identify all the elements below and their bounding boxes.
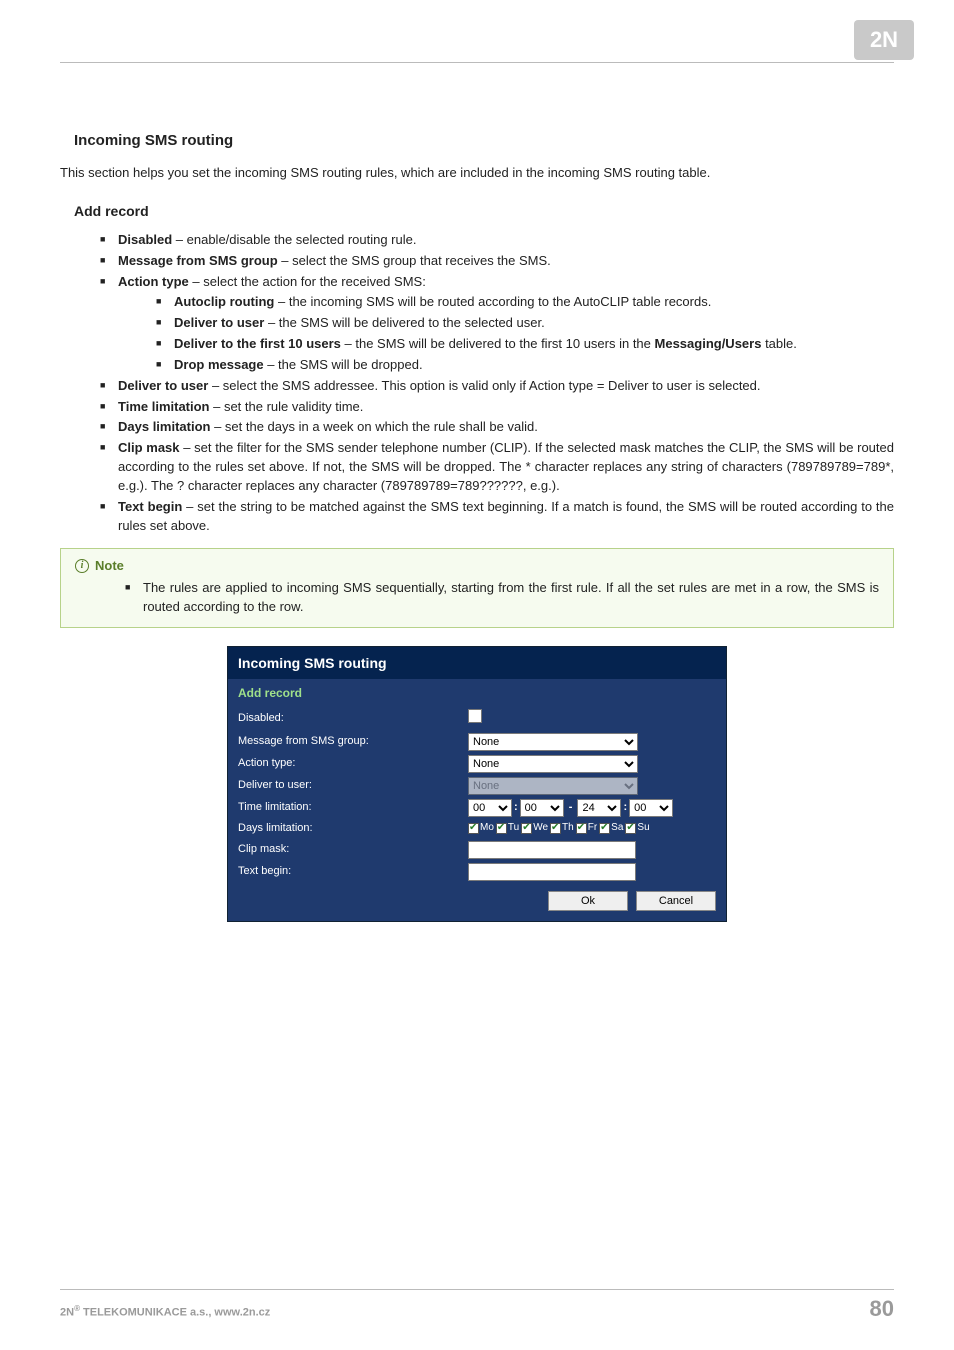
item-text: – the incoming SMS will be routed accord…: [274, 294, 711, 309]
item-text: – select the SMS addressee. This option …: [208, 378, 760, 393]
item-text: – the SMS will be delivered to the first…: [341, 336, 655, 351]
panel-subtitle: Add record: [228, 679, 726, 706]
day-checkbox-th[interactable]: [550, 823, 561, 834]
item-text: – select the SMS group that receives the…: [278, 253, 551, 268]
item-label: Drop message: [174, 357, 264, 372]
item-label: Deliver to the first 10 users: [174, 336, 341, 351]
day-label: Tu: [508, 821, 519, 836]
days-group: Mo Tu We Th Fr Sa Su: [468, 821, 716, 836]
item-text: – set the days in a week on which the ru…: [210, 419, 537, 434]
item-text: table.: [761, 336, 796, 351]
note-box: i Note The rules are applied to incoming…: [60, 548, 894, 629]
page-number: 80: [870, 1296, 894, 1322]
item-text: – set the rule validity time.: [210, 399, 364, 414]
screenshot-panel: Incoming SMS routing Add record Disabled…: [227, 646, 727, 922]
page-footer: 2N® TELEKOMUNIKACE a.s., www.2n.cz 80: [60, 1289, 894, 1322]
brand-logo: 2N: [854, 20, 914, 60]
colon-icon: :: [512, 800, 520, 816]
note-heading: i Note: [75, 557, 879, 576]
day-label: We: [533, 821, 548, 836]
item-label: Disabled: [118, 232, 172, 247]
msg-group-select[interactable]: None: [468, 733, 638, 751]
day-checkbox-we[interactable]: [521, 823, 532, 834]
day-checkbox-fr[interactable]: [576, 823, 587, 834]
label-clip-mask: Clip mask:: [238, 842, 468, 858]
list-item: Disabled – enable/disable the selected r…: [100, 231, 894, 250]
day-label: Th: [562, 821, 574, 836]
header-divider: [60, 62, 894, 63]
list-item: Deliver to user – select the SMS address…: [100, 377, 894, 396]
day-checkbox-tu[interactable]: [496, 823, 507, 834]
item-label: Text begin: [118, 499, 182, 514]
label-text-begin: Text begin:: [238, 864, 468, 880]
label-time-limitation: Time limitation:: [238, 800, 468, 816]
intro-text: This section helps you set the incoming …: [60, 164, 894, 183]
label-days-limitation: Days limitation:: [238, 821, 468, 837]
time-m2-select[interactable]: 00: [629, 799, 673, 817]
time-h2-select[interactable]: 24: [577, 799, 621, 817]
item-label: Message from SMS group: [118, 253, 278, 268]
list-item: Time limitation – set the rule validity …: [100, 398, 894, 417]
footer-left: 2N® TELEKOMUNIKACE a.s., www.2n.cz: [60, 1304, 270, 1319]
item-label: Autoclip routing: [174, 294, 274, 309]
svg-text:2N: 2N: [870, 27, 898, 52]
day-label: Fr: [588, 821, 597, 836]
text-begin-input[interactable]: [468, 863, 636, 881]
item-label: Days limitation: [118, 419, 210, 434]
item-text: – the SMS will be delivered to the selec…: [264, 315, 544, 330]
time-h1-select[interactable]: 00: [468, 799, 512, 817]
day-checkbox-su[interactable]: [625, 823, 636, 834]
section-heading-incoming: Incoming SMS routing: [74, 130, 894, 152]
item-label: Deliver to user: [118, 378, 208, 393]
item-label: Time limitation: [118, 399, 210, 414]
panel-title: Incoming SMS routing: [228, 647, 726, 679]
list-item: Clip mask – set the filter for the SMS s…: [100, 439, 894, 496]
item-text: – set the filter for the SMS sender tele…: [118, 440, 894, 493]
action-type-select[interactable]: None: [468, 755, 638, 773]
item-text: – set the string to be matched against t…: [118, 499, 894, 533]
label-action-type: Action type:: [238, 756, 468, 772]
item-label: Action type: [118, 274, 189, 289]
clip-mask-input[interactable]: [468, 841, 636, 859]
list-item: Deliver to the first 10 users – the SMS …: [156, 335, 894, 354]
list-item: Days limitation – set the days in a week…: [100, 418, 894, 437]
disabled-checkbox[interactable]: [468, 709, 482, 723]
list-item: Deliver to user – the SMS will be delive…: [156, 314, 894, 333]
list-item: Message from SMS group – select the SMS …: [100, 252, 894, 271]
list-item: Text begin – set the string to be matche…: [100, 498, 894, 536]
item-label: Deliver to user: [174, 315, 264, 330]
day-label: Sa: [611, 821, 623, 836]
day-checkbox-mo[interactable]: [468, 823, 479, 834]
item-text: – enable/disable the selected routing ru…: [172, 232, 416, 247]
note-title: Note: [95, 557, 124, 576]
inner-list: Autoclip routing – the incoming SMS will…: [118, 293, 894, 374]
item-text: – select the action for the received SMS…: [189, 274, 426, 289]
list-item: Drop message – the SMS will be dropped.: [156, 356, 894, 375]
time-m1-select[interactable]: 00: [520, 799, 564, 817]
label-disabled: Disabled:: [238, 711, 468, 727]
add-record-list: Disabled – enable/disable the selected r…: [60, 231, 894, 536]
cancel-button[interactable]: Cancel: [636, 891, 716, 911]
label-deliver-user: Deliver to user:: [238, 778, 468, 794]
item-text: – the SMS will be dropped.: [264, 357, 423, 372]
note-text: The rules are applied to incoming SMS se…: [125, 579, 879, 617]
colon-icon: :: [621, 800, 629, 816]
day-checkbox-sa[interactable]: [599, 823, 610, 834]
day-label: Mo: [480, 821, 494, 836]
section-heading-add-record: Add record: [74, 201, 894, 221]
label-msg-group: Message from SMS group:: [238, 734, 468, 750]
day-label: Su: [637, 821, 649, 836]
ok-button[interactable]: Ok: [548, 891, 628, 911]
item-label: Clip mask: [118, 440, 180, 455]
item-label: Messaging/Users: [655, 336, 762, 351]
dash-icon: -: [564, 800, 578, 816]
deliver-user-select: None: [468, 777, 638, 795]
list-item: Autoclip routing – the incoming SMS will…: [156, 293, 894, 312]
list-item: Action type – select the action for the …: [100, 273, 894, 375]
info-icon: i: [75, 559, 89, 573]
